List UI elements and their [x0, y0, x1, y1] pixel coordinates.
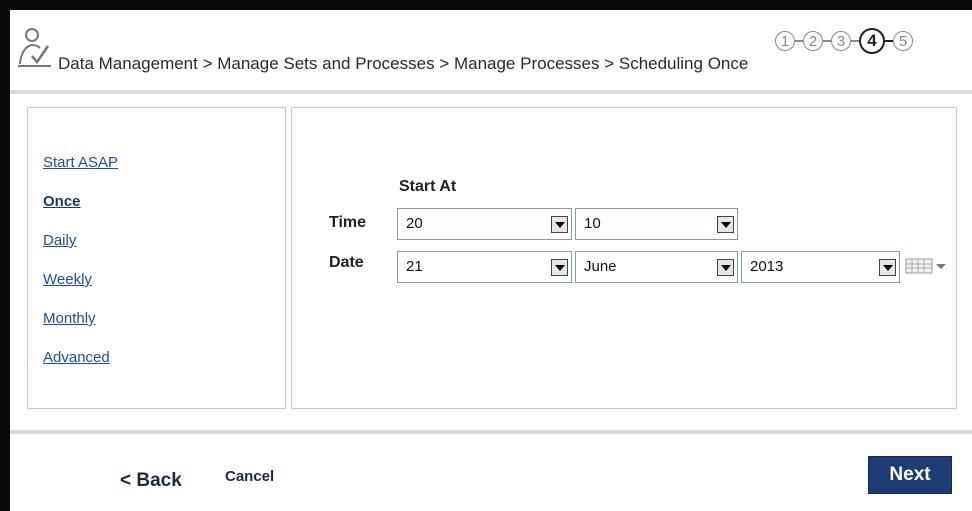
nav-link-once[interactable]: Once: [43, 193, 118, 232]
nav-link-start-asap[interactable]: Start ASAP: [43, 154, 118, 193]
hour-value: 20: [406, 215, 423, 232]
section-title: Start At: [399, 178, 457, 195]
time-label: Time: [329, 214, 367, 231]
chevron-down-icon[interactable]: [551, 216, 568, 233]
chevron-down-icon[interactable]: [551, 259, 568, 276]
step-indicator: 1 2 3 4 5: [775, 26, 913, 56]
page-header: Data Management > Manage Sets and Proces…: [10, 10, 972, 90]
footer-divider: [10, 430, 972, 434]
next-button[interactable]: Next: [868, 456, 952, 494]
nav-link-advanced[interactable]: Advanced: [43, 349, 118, 388]
nav-link-daily[interactable]: Daily: [43, 232, 118, 271]
cancel-button[interactable]: Cancel: [225, 468, 274, 485]
window-frame-top: [0, 0, 972, 10]
month-select[interactable]: June: [575, 251, 738, 283]
header-divider: [10, 90, 972, 94]
step-connector: [851, 40, 859, 42]
step-1: 1: [775, 31, 795, 51]
step-5: 5: [893, 31, 913, 51]
month-value: June: [584, 258, 617, 275]
step-2: 2: [803, 31, 823, 51]
nav-link-monthly[interactable]: Monthly: [43, 310, 118, 349]
step-connector: [885, 39, 893, 43]
calendar-picker-button[interactable]: [904, 255, 950, 277]
year-value: 2013: [750, 258, 784, 275]
step-4-active: 4: [859, 28, 885, 54]
user-check-icon: [18, 26, 52, 70]
day-select[interactable]: 21: [397, 251, 572, 283]
chevron-down-icon[interactable]: [879, 259, 896, 276]
window-frame-left: [0, 0, 10, 511]
breadcrumb: Data Management > Manage Sets and Proces…: [58, 54, 749, 73]
step-connector: [795, 40, 803, 42]
minute-select[interactable]: 10: [575, 208, 738, 240]
nav-link-weekly[interactable]: Weekly: [43, 271, 118, 310]
step-connector: [823, 40, 831, 42]
schedule-type-panel: Start ASAP Once Daily Weekly Monthly Adv…: [27, 107, 286, 409]
step-3: 3: [831, 31, 851, 51]
chevron-down-icon[interactable]: [717, 259, 734, 276]
calendar-icon[interactable]: [904, 255, 950, 277]
back-button[interactable]: < Back: [120, 470, 182, 492]
year-select[interactable]: 2013: [741, 251, 900, 283]
schedule-form-panel: Start At Time 20 10 Date 21 June 2013: [291, 107, 957, 409]
minute-value: 10: [584, 215, 601, 232]
hour-select[interactable]: 20: [397, 208, 572, 240]
date-label: Date: [329, 254, 364, 271]
chevron-down-icon[interactable]: [717, 216, 734, 233]
schedule-type-nav: Start ASAP Once Daily Weekly Monthly Adv…: [43, 154, 118, 388]
day-value: 21: [406, 258, 423, 275]
